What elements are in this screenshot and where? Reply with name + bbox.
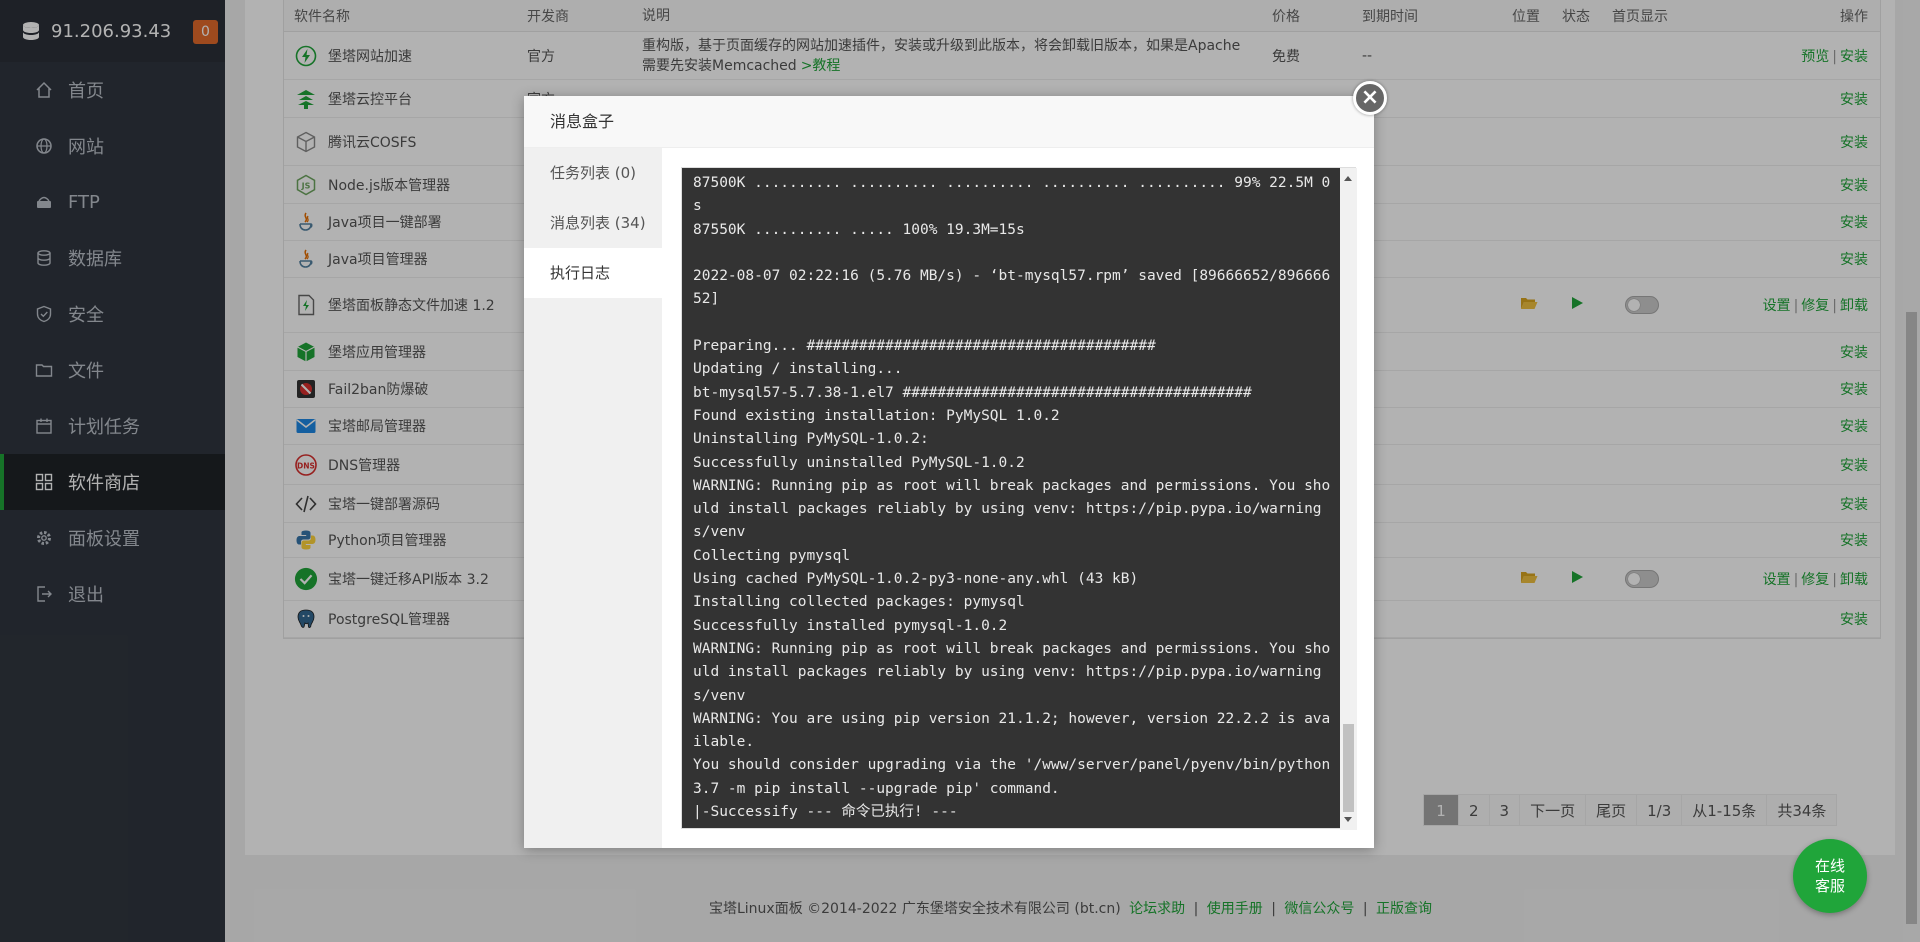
exec-log-panel[interactable]: 87500K .......... .......... .......... … <box>681 167 1357 830</box>
scroll-down-icon[interactable] <box>1344 817 1352 822</box>
tab-message-list[interactable]: 消息列表 (34) <box>524 198 662 248</box>
message-box-modal: 消息盒子 任务列表 (0) 消息列表 (34) 执行日志 87500K ....… <box>524 96 1374 848</box>
scroll-up-icon[interactable] <box>1344 176 1352 181</box>
exec-log-text: 87500K .......... .......... .......... … <box>693 175 1331 821</box>
online-support-button[interactable]: 在线 客服 <box>1793 839 1867 913</box>
tab-exec-log[interactable]: 执行日志 <box>524 248 662 298</box>
modal-title: 消息盒子 <box>524 96 1374 148</box>
tab-task-list[interactable]: 任务列表 (0) <box>524 148 662 198</box>
chat-label-1: 在线 <box>1814 857 1845 875</box>
close-icon[interactable]: × <box>1353 81 1387 115</box>
modal-tabs: 任务列表 (0) 消息列表 (34) 执行日志 <box>524 148 662 848</box>
chat-label-2: 客服 <box>1814 877 1845 895</box>
log-scrollbar[interactable] <box>1340 168 1357 830</box>
log-scroll-thumb[interactable] <box>1343 724 1354 812</box>
